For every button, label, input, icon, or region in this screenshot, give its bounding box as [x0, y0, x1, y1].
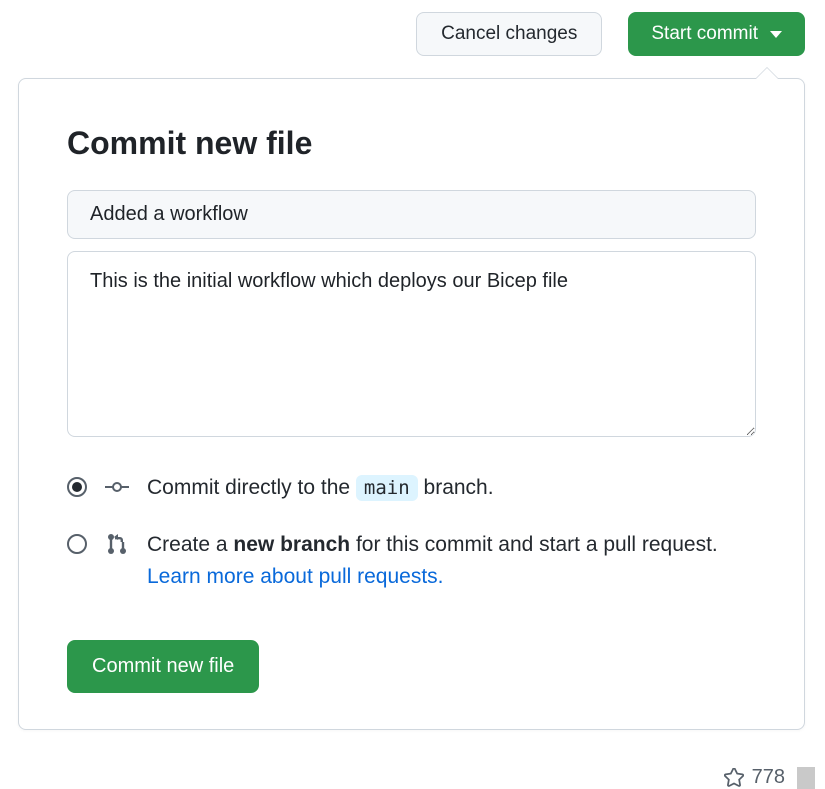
radio-new-branch[interactable]: Create a new branch for this commit and … [67, 529, 756, 594]
caret-down-icon [770, 31, 782, 38]
cancel-changes-button[interactable]: Cancel changes [416, 12, 602, 56]
commit-target-radio-group: Commit directly to the main branch. [67, 472, 756, 594]
start-commit-label: Start commit [651, 23, 758, 45]
commit-new-file-button[interactable]: Commit new file [67, 640, 259, 693]
radio-commit-direct-label: Commit directly to the main branch. [147, 472, 524, 505]
start-commit-button[interactable]: Start commit [628, 12, 805, 56]
commit-popover-title: Commit new file [67, 125, 756, 162]
radio-commit-direct[interactable]: Commit directly to the main branch. [67, 472, 756, 505]
branch-badge: main [356, 475, 418, 501]
radio-new-branch-label: Create a new branch for this commit and … [147, 529, 756, 594]
radio-button-icon [67, 534, 87, 554]
git-commit-icon [105, 475, 129, 499]
scrollbar-thumb[interactable] [797, 767, 815, 789]
git-pull-request-icon [105, 532, 129, 556]
cancel-changes-label: Cancel changes [441, 23, 577, 44]
popover-arrow-icon [755, 67, 779, 79]
commit-new-file-label: Commit new file [92, 655, 234, 677]
star-count: 778 [724, 766, 785, 789]
commit-description-textarea[interactable]: This is the initial workflow which deplo… [67, 251, 756, 437]
star-icon [724, 768, 744, 788]
radio-button-icon [67, 477, 87, 497]
commit-popover: Commit new file This is the initial work… [18, 78, 805, 730]
learn-more-pr-link[interactable]: Learn more about pull requests. [147, 565, 444, 588]
commit-summary-input[interactable] [67, 190, 756, 239]
radio-selected-icon [72, 482, 82, 492]
star-count-value: 778 [752, 766, 785, 789]
